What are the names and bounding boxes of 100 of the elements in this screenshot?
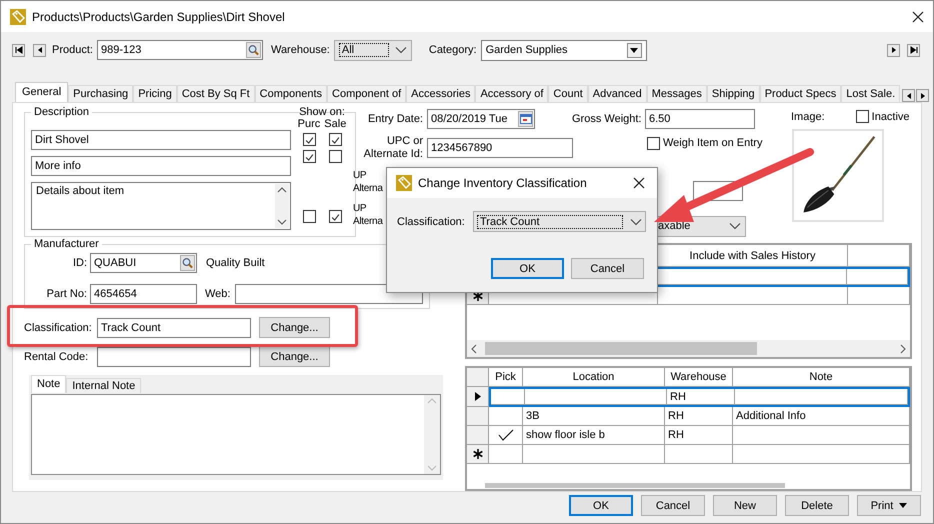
checkbox[interactable] <box>328 150 342 163</box>
row-pointer-icon <box>474 392 480 401</box>
scrollbar[interactable] <box>485 482 785 488</box>
column-header[interactable] <box>848 245 910 267</box>
checkbox[interactable] <box>302 210 316 223</box>
classification-select[interactable]: Track Count <box>473 211 646 232</box>
column-header[interactable]: Pick <box>489 368 523 387</box>
tab[interactable]: Shipping <box>706 85 760 102</box>
checkbox[interactable] <box>856 110 869 123</box>
tab[interactable]: Purchasing <box>68 85 134 102</box>
tab[interactable]: Pricing <box>133 85 177 102</box>
calendar-icon[interactable] <box>518 111 533 127</box>
upc-field[interactable]: 1234567890 <box>427 138 573 158</box>
tab[interactable]: Lost Sale. <box>841 85 900 102</box>
scrollbar[interactable] <box>467 340 910 357</box>
text-field[interactable]: More info <box>31 156 291 176</box>
column-header[interactable]: Include with Sales History <box>658 245 848 267</box>
tab[interactable]: Component of <box>327 85 406 102</box>
chevron-left-icon[interactable] <box>471 344 477 354</box>
dropdown-icon[interactable] <box>394 46 407 54</box>
field-label: Gross Weight: <box>572 113 638 125</box>
rental-code-field[interactable] <box>97 346 251 366</box>
dropdown-icon[interactable] <box>630 218 642 226</box>
tab[interactable]: Cost By Sq Ft <box>176 85 255 102</box>
tab[interactable]: Accessories <box>406 85 476 102</box>
field-label: UP Alterna <box>353 169 383 195</box>
pick-cell[interactable] <box>489 407 523 426</box>
chevron-right-icon[interactable] <box>900 344 906 354</box>
column-header[interactable]: Warehouse <box>665 368 733 387</box>
tag-icon <box>10 8 26 24</box>
checkbox[interactable] <box>302 150 316 163</box>
weight-field[interactable]: 6.50 <box>645 109 755 129</box>
chevron-down-icon[interactable] <box>277 219 287 225</box>
change-button[interactable]: Change... <box>259 346 330 367</box>
tab[interactable]: Accessory of <box>475 85 548 102</box>
table-cell: Additional Info <box>733 407 910 426</box>
tab[interactable]: Components <box>254 85 328 102</box>
grid-row[interactable]: 3B RH Additional Info <box>489 407 910 426</box>
dialog-button[interactable]: Print <box>857 495 921 516</box>
change-button[interactable]: Change... <box>259 317 330 338</box>
field-label: Web: <box>205 288 232 300</box>
next-record-button[interactable] <box>887 44 900 56</box>
search-icon[interactable] <box>246 42 261 58</box>
note-field[interactable] <box>31 394 441 475</box>
scrollbar[interactable] <box>275 184 289 228</box>
checkbox[interactable] <box>328 133 342 146</box>
close-icon[interactable] <box>633 177 645 189</box>
tab[interactable]: Advanced <box>588 85 647 102</box>
previous-record-button[interactable] <box>33 44 46 56</box>
tab[interactable]: General <box>15 82 68 102</box>
last-record-button[interactable] <box>907 44 920 56</box>
checkbox[interactable] <box>302 133 316 146</box>
column-label: Sale <box>324 118 346 130</box>
grid-row[interactable]: RH <box>489 387 910 407</box>
product-field[interactable]: 989-123 <box>96 40 263 60</box>
date-field[interactable]: 08/20/2019 Tue <box>427 109 535 129</box>
text-area[interactable]: Details about item <box>31 182 291 230</box>
grid-row[interactable]: show floor isle b RH <box>489 426 910 445</box>
dropdown-button[interactable] <box>626 42 642 58</box>
part-number-field[interactable]: 4654654 <box>90 284 197 304</box>
column-header[interactable]: Location <box>523 368 665 387</box>
dialog-button[interactable]: Cancel <box>571 258 644 279</box>
triangle-right-icon <box>890 46 898 54</box>
column-header[interactable]: Note <box>733 368 910 387</box>
first-record-button[interactable] <box>12 44 25 56</box>
table-cell: RH <box>665 426 733 445</box>
row-header[interactable] <box>467 445 489 464</box>
chevron-up-icon[interactable] <box>277 187 287 193</box>
dialog-button[interactable]: OK <box>569 495 633 516</box>
tab-scroll-right[interactable] <box>916 89 930 102</box>
column-label: Show on: <box>299 106 345 118</box>
dialog-button[interactable]: OK <box>491 258 564 279</box>
dialog-button[interactable]: New <box>713 495 777 516</box>
row-header[interactable] <box>467 387 489 407</box>
tab[interactable]: Product Specs <box>760 85 842 102</box>
tab[interactable]: Count <box>548 85 588 102</box>
dropdown-icon[interactable] <box>729 222 741 230</box>
tab[interactable]: Messages <box>646 85 707 102</box>
check-icon <box>498 429 514 441</box>
pick-cell[interactable] <box>489 426 523 445</box>
search-icon[interactable] <box>180 255 195 271</box>
pick-cell[interactable] <box>491 389 525 405</box>
checkbox[interactable] <box>328 210 342 223</box>
triangle-right-icon <box>918 92 927 100</box>
tab-scroll-left[interactable] <box>902 89 916 102</box>
tab[interactable]: Internal Note <box>66 378 142 393</box>
text-field[interactable]: Dirt Shovel <box>31 130 291 150</box>
close-icon[interactable] <box>912 10 924 22</box>
dialog-button[interactable]: Delete <box>785 495 849 516</box>
category-select[interactable]: Garden Supplies <box>480 40 647 60</box>
table-cell <box>665 445 733 464</box>
tab[interactable]: Note <box>31 375 66 393</box>
classification-field[interactable]: Track Count <box>97 318 251 338</box>
field-label: Rental Code: <box>24 350 90 362</box>
web-field[interactable] <box>235 284 423 304</box>
warehouse-select[interactable]: All <box>334 40 412 60</box>
manufacturer-id-field[interactable]: QUABUI <box>90 253 197 273</box>
checkbox[interactable] <box>647 136 660 150</box>
dialog-button[interactable]: Cancel <box>641 495 705 516</box>
field-label: ID: <box>72 257 87 269</box>
